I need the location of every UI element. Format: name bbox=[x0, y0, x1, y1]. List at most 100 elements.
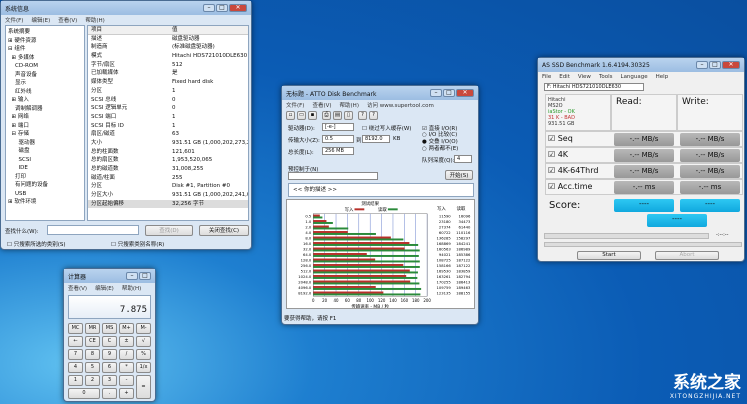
table-row[interactable]: SCSI 逻辑单元 0 bbox=[88, 104, 248, 113]
table-row[interactable]: 媒体类型 Fixed hard disk bbox=[88, 78, 248, 87]
start-button[interactable]: Start bbox=[577, 251, 641, 260]
table-row[interactable]: SCSI 目标 ID 1 bbox=[88, 122, 248, 131]
table-row[interactable]: 描述 磁盘驱动器 bbox=[88, 35, 248, 44]
table-row[interactable]: 大小 931.51 GB (1,000,202,273,280 bbox=[88, 139, 248, 148]
calc-key[interactable]: CE bbox=[85, 336, 100, 347]
table-row[interactable]: 分区 Disk #1, Partition #0 bbox=[88, 182, 248, 191]
menu-item[interactable]: 帮助(H) bbox=[122, 284, 141, 292]
radio-neither[interactable]: 两者都不(E) bbox=[429, 146, 459, 152]
abort-button[interactable]: Abort bbox=[655, 251, 719, 260]
find-button[interactable]: 查找(D) bbox=[145, 225, 193, 236]
tree-item[interactable]: 系统摘要 bbox=[8, 28, 82, 37]
direct-io-checkbox[interactable]: ☑ 直接 I/O(R) bbox=[422, 124, 457, 132]
table-row[interactable]: SCSI 端口 1 bbox=[88, 113, 248, 122]
size-from-select[interactable]: 0.5 bbox=[322, 135, 354, 143]
calc-key[interactable]: M- bbox=[136, 323, 151, 334]
test-checkbox[interactable]: ☑ 4K bbox=[548, 150, 568, 159]
maximize-button[interactable]: □ bbox=[443, 89, 455, 97]
tree-item[interactable]: SCSI bbox=[8, 156, 82, 165]
category-tree[interactable]: 系统摘要 ⊞ 硬件资源 ⊟ 组件 ⊞ 多媒体 CD-ROM 声音设备 显示 红外线 … bbox=[5, 25, 85, 221]
table-row[interactable]: 扇区/磁道 63 bbox=[88, 130, 248, 139]
calc-key[interactable]: 2 bbox=[85, 375, 100, 386]
menu-item[interactable]: Tools bbox=[599, 74, 613, 80]
start-button[interactable]: 开始(S) bbox=[445, 170, 473, 180]
menu-item[interactable]: 文件(F) bbox=[286, 101, 304, 109]
tree-item[interactable]: ⊞ 输入 bbox=[8, 96, 82, 105]
calc-key[interactable]: 5 bbox=[85, 362, 100, 373]
menu-item[interactable]: 编辑(E) bbox=[31, 16, 50, 24]
table-row[interactable]: 分区起始偏移 32,256 字节 bbox=[88, 199, 248, 209]
tree-item[interactable]: 有问题的设备 bbox=[8, 181, 82, 190]
column-header[interactable]: 值 bbox=[172, 26, 248, 34]
tree-item[interactable]: USB bbox=[8, 190, 82, 199]
io-mode-radios[interactable]: ○ I/O 比较(C) ● 交叠 I/O(O) ○ 两者都不(E) bbox=[422, 132, 458, 153]
table-row[interactable]: 总的柱面数 121,601 bbox=[88, 148, 248, 157]
page-icon[interactable]: ▯ bbox=[344, 111, 353, 120]
length-select[interactable]: 256 MB bbox=[322, 147, 354, 155]
tree-item[interactable]: ⊞ 多媒体 bbox=[8, 54, 82, 63]
tree-item[interactable]: 驱动器 bbox=[8, 139, 82, 148]
tree-item[interactable]: ⊞ 网络 bbox=[8, 113, 82, 122]
calc-key[interactable]: = bbox=[136, 375, 151, 399]
test-checkbox[interactable]: ☑ Acc.time bbox=[548, 182, 592, 191]
calc-key[interactable]: MR bbox=[85, 323, 100, 334]
drive-select[interactable]: [-e-] bbox=[322, 123, 354, 131]
menu-item[interactable]: 访问 www.supertool.com bbox=[367, 101, 434, 109]
calc-key[interactable]: MC bbox=[68, 323, 83, 334]
table-row[interactable]: 分区大小 931.51 GB (1,000,202,241,02 bbox=[88, 191, 248, 200]
tree-item[interactable]: 调制解调器 bbox=[8, 105, 82, 114]
minimize-button[interactable]: – bbox=[203, 4, 215, 12]
menu-item[interactable]: View bbox=[578, 74, 591, 80]
save-icon[interactable]: ▪ bbox=[308, 111, 317, 120]
table-row[interactable]: SCSI 总线 0 bbox=[88, 96, 248, 105]
table-row[interactable]: 磁道/柱面 255 bbox=[88, 174, 248, 183]
menu-item[interactable]: Help bbox=[656, 74, 669, 80]
menu-item[interactable]: 编辑(E) bbox=[95, 284, 114, 292]
radio-io-compare[interactable]: I/O 比较(C) bbox=[429, 132, 458, 138]
menu-item[interactable]: 文件(F) bbox=[5, 16, 23, 24]
menu-item[interactable]: Language bbox=[621, 74, 648, 80]
table-row[interactable]: 模式 Hitachi HDS721010DLE630 bbox=[88, 52, 248, 61]
table-row[interactable]: 已加载媒体 是 bbox=[88, 69, 248, 78]
tree-item[interactable]: CD-ROM bbox=[8, 62, 82, 71]
menu-item[interactable]: Edit bbox=[559, 74, 570, 80]
menu-item[interactable]: 帮助(H) bbox=[340, 101, 359, 109]
tree-item[interactable]: IDE bbox=[8, 164, 82, 173]
column-header[interactable]: 项目 bbox=[88, 26, 172, 34]
size-to-select[interactable]: 8192.0 bbox=[362, 135, 390, 143]
close-button[interactable]: ✕ bbox=[722, 61, 740, 69]
calc-key[interactable]: - bbox=[119, 375, 134, 386]
calc-key[interactable]: + bbox=[119, 388, 134, 399]
menu-item[interactable]: 查看(V) bbox=[58, 16, 77, 24]
calc-key[interactable]: 6 bbox=[102, 362, 117, 373]
calc-key[interactable]: . bbox=[102, 388, 117, 399]
minimize-button[interactable]: – bbox=[126, 272, 138, 280]
radio-overlap[interactable]: 交叠 I/O(O) bbox=[429, 139, 458, 145]
calc-key[interactable]: 7 bbox=[68, 349, 83, 360]
tree-item[interactable]: ⊟ 组件 bbox=[8, 45, 82, 54]
calc-key[interactable]: M+ bbox=[119, 323, 134, 334]
test-checkbox[interactable]: ☑ 4K-64Thrd bbox=[548, 166, 598, 175]
minimize-button[interactable]: – bbox=[696, 61, 708, 69]
calc-key[interactable]: 8 bbox=[85, 349, 100, 360]
close-button[interactable]: ✕ bbox=[229, 4, 247, 12]
table-row[interactable]: 总的磁道数 31,008,255 bbox=[88, 165, 248, 174]
queue-select[interactable]: 4 bbox=[454, 155, 472, 163]
new-icon[interactable]: ▫ bbox=[286, 111, 295, 120]
menu-item[interactable]: 查看(V) bbox=[68, 284, 87, 292]
close-button[interactable]: ✕ bbox=[456, 89, 474, 97]
tree-item[interactable]: 声音设备 bbox=[8, 71, 82, 80]
test-checkbox[interactable]: ☑ Seq bbox=[548, 134, 573, 143]
tree-item[interactable]: 显示 bbox=[8, 79, 82, 88]
maximize-button[interactable]: □ bbox=[709, 61, 721, 69]
calc-key[interactable]: ← bbox=[68, 336, 83, 347]
search-selected-checkbox[interactable]: ☐ 只搜索所选的类别(S) bbox=[7, 240, 65, 248]
table-row[interactable]: 字节/扇区 512 bbox=[88, 61, 248, 70]
calc-key[interactable]: ± bbox=[119, 336, 134, 347]
context-help-icon[interactable]: ? bbox=[369, 111, 378, 120]
calc-key[interactable]: C bbox=[102, 336, 117, 347]
maximize-button[interactable]: □ bbox=[216, 4, 228, 12]
drive-select[interactable]: F: Hitachi HDS721010DLE630 bbox=[544, 83, 644, 91]
calc-key[interactable]: % bbox=[136, 349, 151, 360]
table-row[interactable]: 制造商 (标准磁盘驱动器) bbox=[88, 43, 248, 52]
